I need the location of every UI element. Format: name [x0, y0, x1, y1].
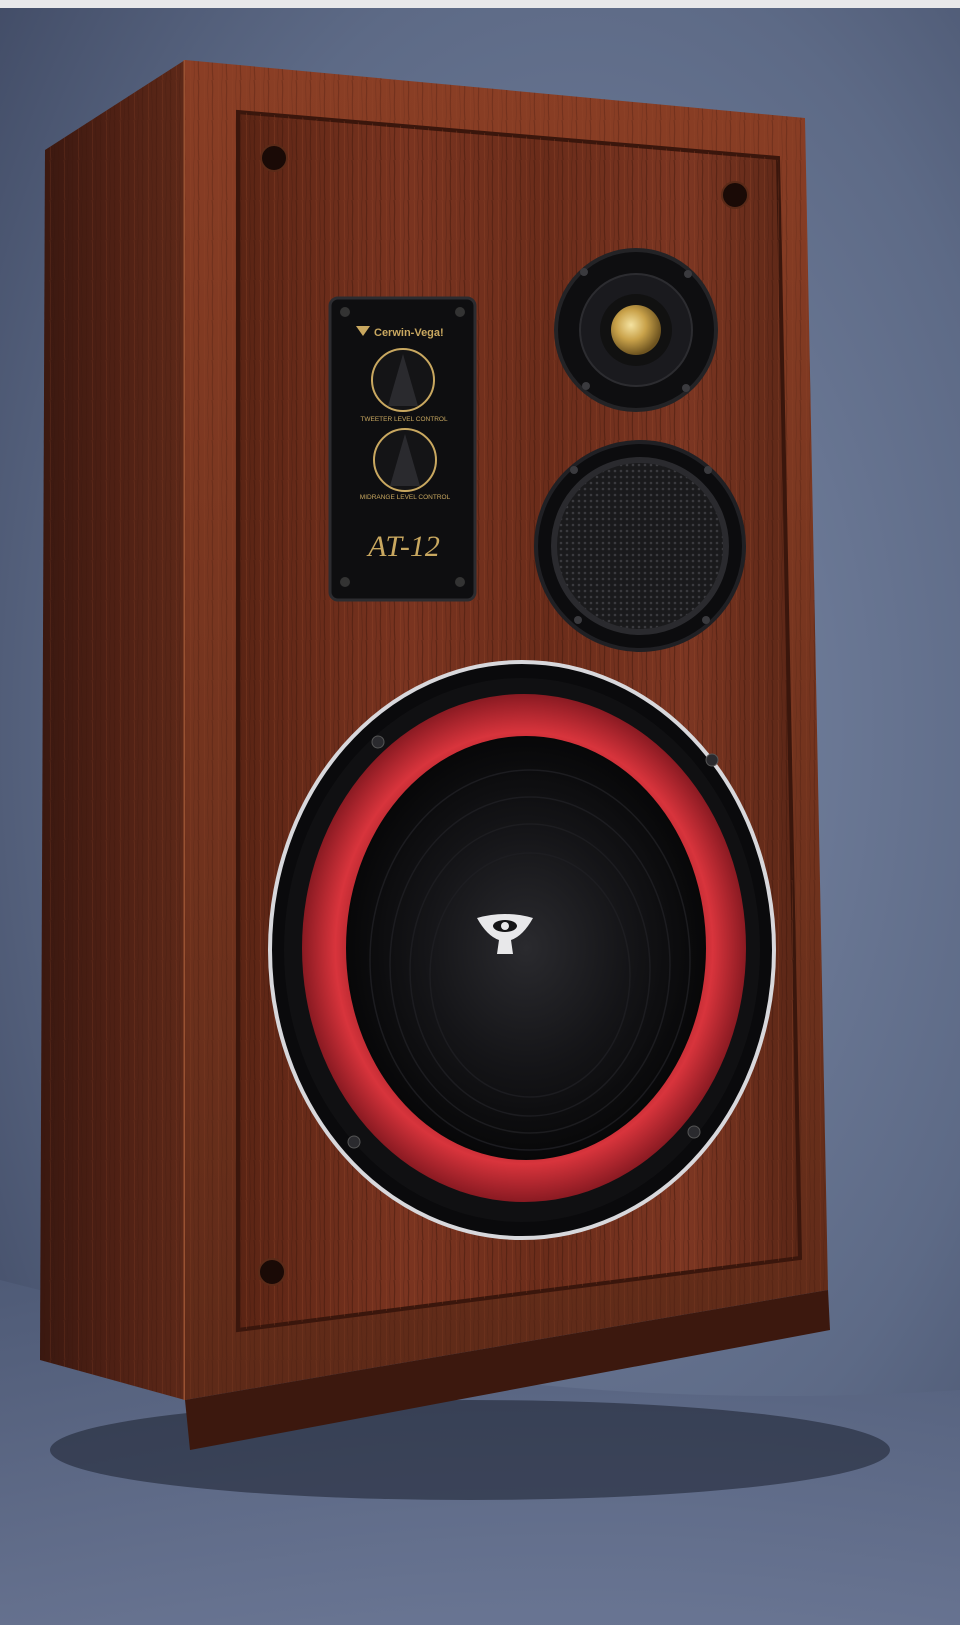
model-label: AT-12	[366, 530, 440, 563]
screw-top-right	[721, 181, 749, 209]
tweeter-level-knob[interactable]	[371, 348, 435, 412]
top-edge	[0, 0, 960, 8]
cabinet-side	[40, 60, 187, 1400]
tweeter-driver	[554, 248, 718, 412]
screw-top-left	[260, 144, 288, 172]
midrange-level-knob[interactable]	[373, 428, 437, 492]
screw-bottom-left	[258, 1258, 286, 1286]
midrange-level-label: MIDRANGE LEVEL CONTROL	[360, 494, 451, 501]
speaker-photo: Cerwin-Vega! TWEETER LEVEL CONTROL MIDRA…	[0, 0, 960, 1625]
tweeter-level-label: TWEETER LEVEL CONTROL	[360, 416, 448, 423]
panel-brand-label: Cerwin-Vega!	[374, 327, 444, 339]
midrange-driver	[534, 440, 746, 652]
control-panel: Cerwin-Vega! TWEETER LEVEL CONTROL MIDRA…	[328, 296, 477, 602]
woofer-driver	[268, 660, 776, 1240]
cabinet-shadow	[50, 1400, 890, 1500]
